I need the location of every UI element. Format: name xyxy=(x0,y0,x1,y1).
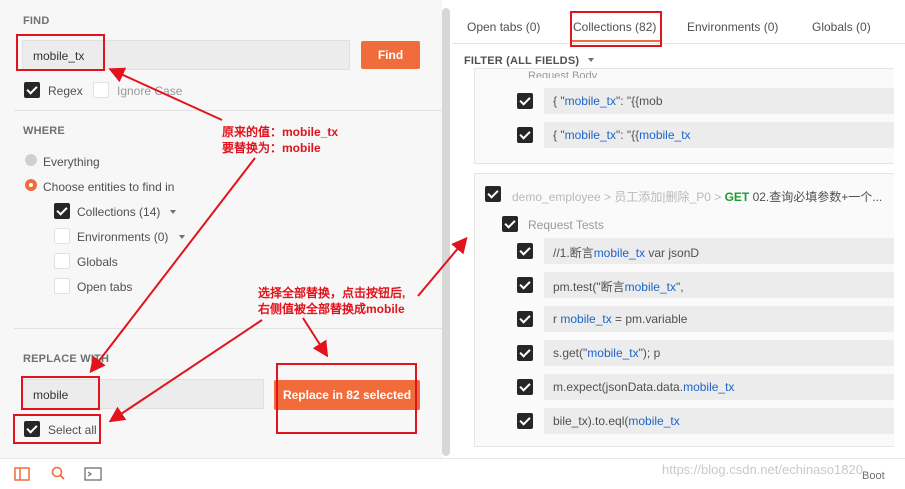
collections-label: Collections (14) xyxy=(77,205,161,219)
result-row-checkbox[interactable] xyxy=(517,93,533,109)
tab-globals[interactable]: Globals (0) xyxy=(812,20,871,34)
result-row-checkbox[interactable] xyxy=(517,345,533,361)
annotation-box-collections xyxy=(570,11,662,47)
section-checkbox[interactable] xyxy=(502,216,518,232)
filter-label: FILTER (ALL FIELDS) xyxy=(464,55,580,67)
result-code-row: { "mobile_tx": "{{mob xyxy=(544,88,894,114)
bootcamp-label[interactable]: Boot xyxy=(862,470,885,482)
annotation-box-replace-button xyxy=(276,363,417,434)
result-row-checkbox[interactable] xyxy=(517,379,533,395)
open-tabs-label: Open tabs xyxy=(77,280,133,294)
ignore-case-label: Ignore Case xyxy=(117,84,183,98)
annotation-box-find xyxy=(16,34,105,71)
globals-label: Globals xyxy=(77,255,118,269)
annotation-box-select-all xyxy=(13,414,101,444)
ignore-case-checkbox[interactable] xyxy=(93,82,109,98)
filter-dropdown[interactable]: FILTER (ALL FIELDS) xyxy=(464,55,595,67)
dropdown-caret-icon[interactable] xyxy=(179,235,185,239)
breadcrumb[interactable]: demo_employee > 员工添加|删除_P0 > GET 02.查询必填… xyxy=(512,188,882,205)
choose-entities-label: Choose entities to find in xyxy=(43,180,175,194)
terminal-icon[interactable] xyxy=(84,467,102,484)
result-code-row: s.get("mobile_tx"); p xyxy=(544,340,894,366)
result-row-checkbox[interactable] xyxy=(517,127,533,143)
tab-open-tabs[interactable]: Open tabs (0) xyxy=(467,20,540,34)
dropdown-caret-icon xyxy=(588,58,595,62)
globals-checkbox[interactable] xyxy=(54,253,70,269)
watermark: https://blog.csdn.net/echinaso1820 xyxy=(662,462,863,477)
choose-entities-radio[interactable] xyxy=(25,179,37,191)
section-label: Request Tests xyxy=(528,218,604,232)
find-button[interactable]: Find xyxy=(361,41,420,69)
section-label: Request Body xyxy=(528,70,598,78)
tab-environments[interactable]: Environments (0) xyxy=(687,20,778,34)
result-row-checkbox[interactable] xyxy=(517,413,533,429)
method-badge: GET xyxy=(724,190,750,204)
where-section-title: WHERE xyxy=(23,125,65,137)
result-card xyxy=(474,68,894,164)
left-panel-scrollbar[interactable] xyxy=(442,8,450,456)
dropdown-caret-icon[interactable] xyxy=(170,210,176,214)
find-section-title: FIND xyxy=(23,15,50,27)
console-layout-icon[interactable] xyxy=(14,467,30,484)
request-checkbox[interactable] xyxy=(485,186,501,202)
result-code-row: { "mobile_tx": "{{mobile_tx xyxy=(544,122,894,148)
annotation-note: 选择全部替换，点击按钮后, 右侧值被全部替换成mobile xyxy=(258,286,406,316)
environments-checkbox[interactable] xyxy=(54,228,70,244)
result-row-checkbox[interactable] xyxy=(517,243,533,259)
everything-label: Everything xyxy=(43,155,100,169)
divider xyxy=(14,110,442,111)
result-code-row: pm.test("断言mobile_tx", xyxy=(544,272,894,298)
result-row-checkbox[interactable] xyxy=(517,311,533,327)
result-row-checkbox[interactable] xyxy=(517,277,533,293)
open-tabs-checkbox[interactable] xyxy=(54,278,70,294)
environments-label: Environments (0) xyxy=(77,230,169,244)
divider xyxy=(14,328,442,329)
replace-section-title: REPLACE WITH xyxy=(23,353,110,365)
result-code-row: m.expect(jsonData.data.mobile_tx xyxy=(544,374,894,400)
everything-radio[interactable] xyxy=(25,154,37,166)
result-code-row: bile_tx).to.eql(mobile_tx xyxy=(544,408,894,434)
result-code-row: //1.断言mobile_tx var jsonD xyxy=(544,238,894,264)
collections-checkbox[interactable] xyxy=(54,203,70,219)
regex-label: Regex xyxy=(48,84,83,98)
annotation-box-replace xyxy=(21,376,100,410)
annotation-note: 原来的值：mobile_tx 要替换为：mobile xyxy=(222,125,339,155)
regex-checkbox[interactable] xyxy=(24,82,40,98)
search-icon[interactable] xyxy=(50,465,66,484)
result-code-row: r mobile_tx = pm.variable xyxy=(544,306,894,332)
